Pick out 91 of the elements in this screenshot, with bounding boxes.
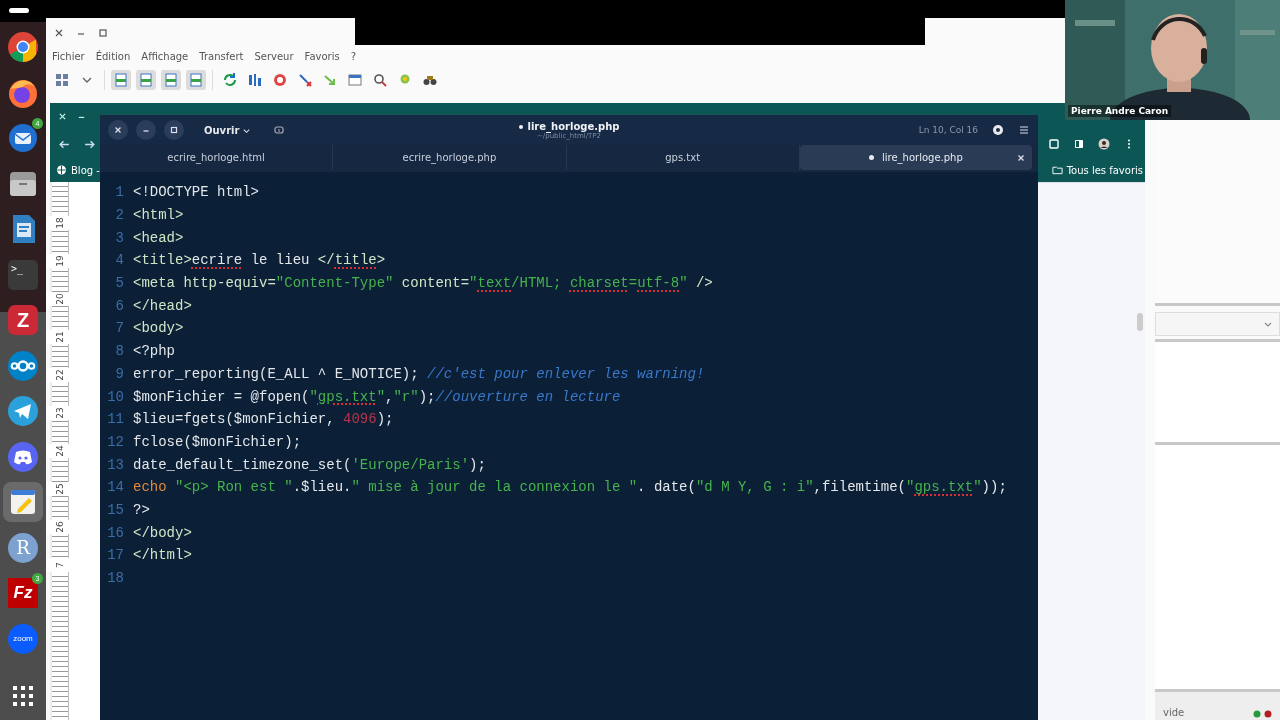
- menu-item[interactable]: Transfert: [199, 50, 244, 62]
- menu-item[interactable]: Serveur: [254, 50, 294, 62]
- code-line: <meta http-equiv="Content-Type" content="text/HTML; charset=utf-8" />: [133, 275, 713, 292]
- line-number: 3: [114, 229, 125, 246]
- cursor-position[interactable]: Ln 10, Col 16: [918, 125, 978, 135]
- line-number: 14: [106, 479, 125, 496]
- participant-name: Pierre Andre Caron: [1068, 105, 1172, 117]
- line-number: 4: [114, 252, 125, 269]
- panel-toggle-icon[interactable]: [136, 70, 156, 90]
- folder-icon: [1051, 165, 1063, 175]
- disconnect-icon[interactable]: [297, 72, 313, 88]
- line-number: 8: [114, 343, 125, 360]
- close-button[interactable]: [108, 120, 128, 140]
- round-logo-icon: [7, 31, 39, 63]
- file-tab[interactable]: ecrire_horloge.html: [100, 145, 334, 170]
- file-tab[interactable]: gps.txt: [566, 145, 800, 170]
- code-line: </html>: [133, 547, 192, 564]
- bookmarks-folder[interactable]: Tous les favoris: [1051, 164, 1145, 176]
- line-number: 10: [106, 388, 125, 405]
- menu-item[interactable]: Affichage: [141, 50, 189, 62]
- sidebar-icon[interactable]: [1073, 138, 1085, 150]
- line-number: 9: [114, 365, 125, 382]
- menu-item[interactable]: Favoris: [304, 50, 340, 62]
- code-line: fclose($monFichier);: [133, 433, 302, 450]
- status-text: vide: [1163, 707, 1185, 718]
- minimize-button[interactable]: [136, 120, 156, 140]
- code-line: <!DOCTYPE html>: [133, 184, 260, 201]
- line-number: 6: [114, 297, 125, 314]
- maximize-icon[interactable]: [98, 28, 108, 38]
- rings-icon: [7, 349, 39, 382]
- window-title: lire_horloge.php: [518, 120, 620, 132]
- menu-item[interactable]: ?: [350, 50, 356, 62]
- line-number: 1: [114, 184, 125, 201]
- line-number: 2: [114, 207, 125, 224]
- line-number: 17: [106, 547, 125, 564]
- menu-icon[interactable]: [1018, 124, 1030, 136]
- activities-indicator[interactable]: [9, 8, 29, 13]
- search-icon[interactable]: [372, 72, 388, 88]
- code-line: error_reporting(E_ALL ^ E_NOTICE); //c'est pour enlever les warning!: [133, 365, 705, 382]
- menu-item[interactable]: Fichier: [52, 50, 85, 62]
- scrollbar-thumb[interactable]: [1137, 313, 1143, 331]
- bars-icon[interactable]: [247, 72, 263, 88]
- close-icon[interactable]: [1016, 152, 1026, 163]
- menu-item[interactable]: Édition: [95, 50, 131, 62]
- panel-toggle-icon[interactable]: [161, 70, 181, 90]
- envelope-icon: [7, 122, 39, 154]
- line-number: 5: [114, 275, 125, 292]
- line-number: 16: [106, 524, 125, 541]
- code-line: <head>: [133, 229, 184, 246]
- panel-toggle-icon[interactable]: [111, 70, 131, 90]
- code-line: $monFichier = @fopen("gps.txt","r");//ouverture en lecture: [133, 388, 621, 405]
- code-line: $lieu=fgets($monFichier, 4096);: [133, 411, 394, 428]
- puzzle-icon[interactable]: [1048, 138, 1060, 150]
- line-number: 15: [106, 501, 125, 518]
- code-line: <title>ecrire le lieu </title>: [133, 252, 386, 269]
- code-line: <body>: [133, 320, 184, 337]
- line-number: 12: [106, 433, 125, 450]
- status-light-icon: [1253, 710, 1261, 718]
- stop-icon[interactable]: [272, 72, 288, 88]
- code-line: echo "<p> Ron est ".$lieu." mise à jour de la connexion le ". date("d M Y, G : i",filemtime("gps.txt"));: [133, 479, 1007, 496]
- gamepad-icon: [7, 440, 39, 473]
- globe-icon: [56, 165, 67, 175]
- grid-icon[interactable]: [54, 72, 70, 88]
- code-line: <?php: [133, 343, 175, 360]
- line-number: 7: [114, 320, 125, 337]
- settings-icon[interactable]: [992, 124, 1004, 136]
- code-line: ?>: [133, 501, 150, 518]
- close-icon[interactable]: [54, 28, 64, 38]
- file-tab[interactable]: ecrire_horloge.php: [333, 145, 567, 170]
- pin-icon[interactable]: [273, 124, 286, 136]
- status-light-icon: [1264, 710, 1272, 718]
- line-number: 11: [106, 411, 125, 428]
- dock-item[interactable]: [3, 482, 43, 522]
- close-icon: [113, 125, 123, 135]
- code-line: </head>: [133, 297, 192, 314]
- table-icon[interactable]: [347, 72, 363, 88]
- paper-plane-icon: [7, 395, 39, 427]
- avatar-icon[interactable]: [1098, 138, 1110, 150]
- maximize-icon: [169, 125, 179, 135]
- dropdown-field[interactable]: [1155, 312, 1280, 336]
- bookmark-link[interactable]: Blog -: [56, 164, 100, 176]
- line-number: 13: [106, 456, 125, 473]
- code-line: date_default_timezone_set('Europe/Paris');: [133, 456, 486, 473]
- file-tab[interactable]: lire_horloge.php: [799, 145, 1032, 170]
- refresh-icon[interactable]: [222, 72, 238, 88]
- open-button[interactable]: Ouvrir: [200, 121, 256, 139]
- panel-toggle-icon[interactable]: [186, 70, 206, 90]
- code-line: </body>: [133, 524, 192, 541]
- maximize-button[interactable]: [164, 120, 184, 140]
- line-number: 18: [106, 570, 125, 587]
- code-line: <html>: [133, 207, 184, 224]
